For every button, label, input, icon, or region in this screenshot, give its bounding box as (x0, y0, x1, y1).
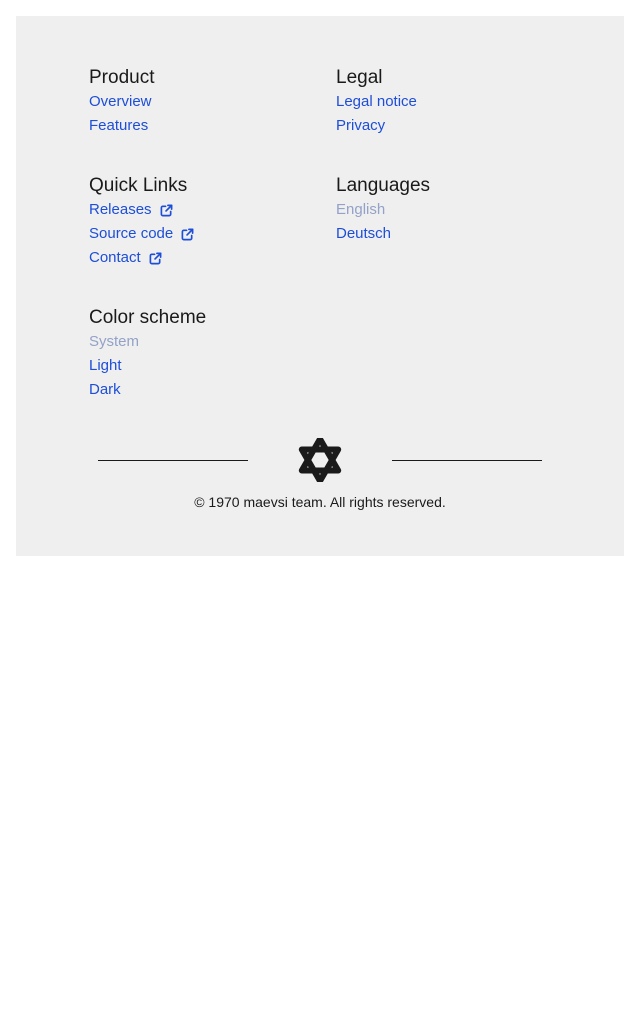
section-title-languages: Languages (336, 175, 431, 196)
star-of-david-icon[interactable] (298, 438, 342, 482)
link-contact-label: Contact (89, 249, 141, 266)
link-privacy[interactable]: Privacy (336, 114, 385, 138)
link-releases-label: Releases (89, 201, 152, 218)
page-footer: Product Overview Features Legal Legal no… (16, 16, 624, 556)
link-contact[interactable]: Contact (89, 246, 162, 270)
color-scheme-option-light[interactable]: Light (89, 354, 122, 378)
divider-line-left (98, 460, 248, 461)
section-title-legal: Legal (336, 67, 383, 88)
link-source-code-label: Source code (89, 225, 174, 242)
copyright-text: © 1970 maevsi team. All rights reserved. (194, 494, 446, 510)
color-scheme-option-system[interactable]: System (89, 330, 139, 354)
section-title-color-scheme: Color scheme (89, 307, 207, 328)
footer-section-languages: Languages English Deutsch (336, 174, 576, 246)
divider-line-right (392, 460, 542, 461)
link-source-code[interactable]: Source code (89, 222, 194, 246)
external-link-icon (160, 204, 172, 216)
link-features[interactable]: Features (89, 114, 148, 138)
link-releases[interactable]: Releases (89, 198, 173, 222)
section-title-product: Product (89, 67, 155, 88)
link-legal-notice[interactable]: Legal notice (336, 90, 417, 114)
footer-section-product: Product Overview Features (89, 66, 329, 138)
external-link-icon (181, 228, 194, 240)
external-link-icon (149, 252, 162, 264)
section-title-quick-links: Quick Links (89, 175, 188, 196)
color-scheme-option-dark[interactable]: Dark (89, 378, 121, 402)
footer-section-color-scheme: Color scheme System Light Dark (89, 306, 329, 402)
footer-divider (98, 438, 542, 482)
language-option-deutsch[interactable]: Deutsch (336, 222, 391, 246)
language-option-english[interactable]: English (336, 198, 385, 222)
footer-section-quick-links: Quick Links Releases Source code Contact (89, 174, 329, 270)
link-overview[interactable]: Overview (89, 90, 152, 114)
footer-section-legal: Legal Legal notice Privacy (336, 66, 576, 138)
